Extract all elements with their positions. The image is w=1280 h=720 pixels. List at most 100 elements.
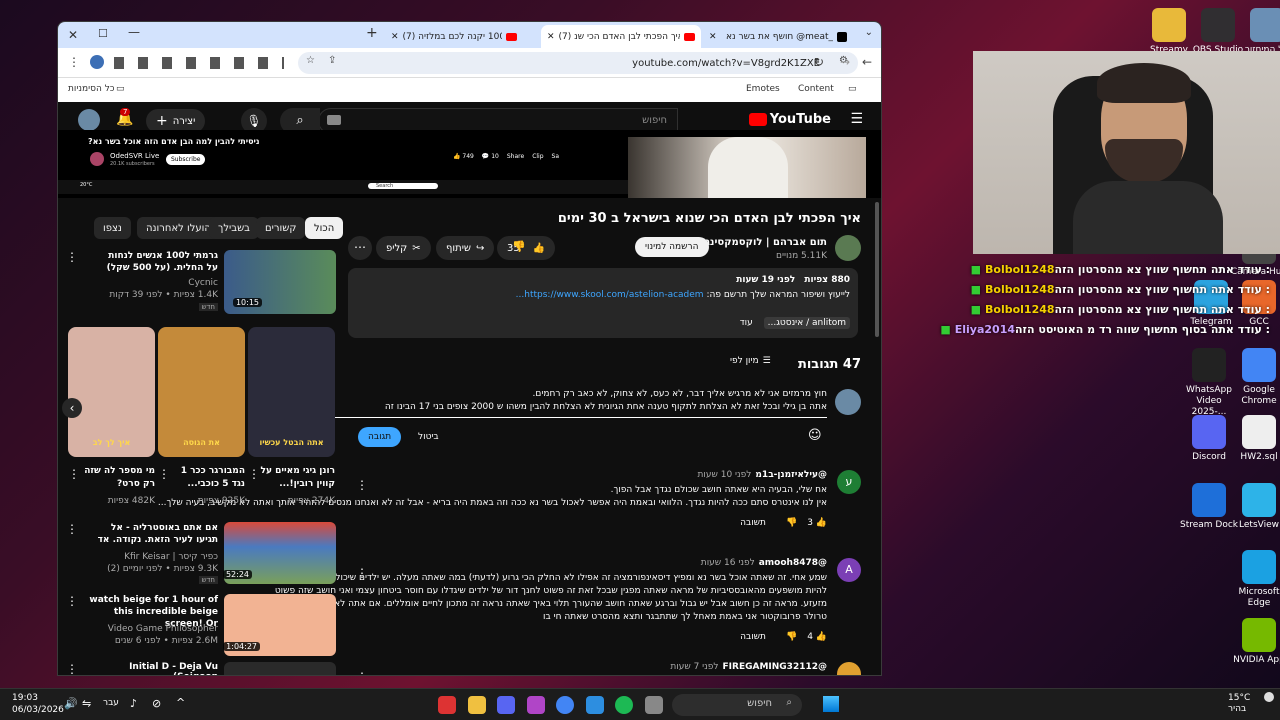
- comment-input[interactable]: חוץ מרמזים אני לא מרגיש אליך דבר, לא כעס…: [322, 388, 827, 418]
- desktop-icon[interactable]: HW2.sql: [1228, 415, 1280, 463]
- shorts-prev-icon[interactable]: ‹: [62, 398, 82, 418]
- short-card[interactable]: אתה הבטל עכשיו רונן גיגי מאיים על קווין ר…: [248, 327, 335, 517]
- forward-icon[interactable]: →: [840, 55, 850, 69]
- sound-mute-icon[interactable]: ♪: [130, 697, 137, 710]
- chrome-taskbar-icon[interactable]: [556, 696, 574, 714]
- more-options-icon[interactable]: ⋮: [66, 662, 78, 675]
- description-link[interactable]: https://www.skool.com/astelion-academ...: [516, 290, 704, 300]
- recommendation-4[interactable]: Initial D - Deja Vu (Seigoon ⋮: [66, 662, 336, 675]
- taskbar-app-icon[interactable]: [438, 696, 456, 714]
- tab-close-icon[interactable]: ✕: [547, 32, 555, 42]
- input-language[interactable]: עבר: [103, 698, 119, 708]
- tab-close-icon[interactable]: ✕: [709, 32, 717, 42]
- comment-like[interactable]: 👍 4: [807, 632, 827, 642]
- reply-button[interactable]: תשובה: [740, 518, 766, 528]
- recommendation-2[interactable]: 52:24 אם אתם באוסטרליה - אל תגיעו לעיר ה…: [66, 522, 336, 586]
- desktop-icon[interactable]: Microsoft Edge: [1228, 550, 1280, 609]
- comment-avatar[interactable]: [837, 662, 861, 675]
- more-actions-icon[interactable]: ⋯: [348, 236, 372, 260]
- reload-icon[interactable]: ↻: [814, 55, 824, 69]
- desktop-icon[interactable]: Google Chrome: [1228, 348, 1280, 407]
- page-scrollbar[interactable]: [875, 202, 879, 337]
- close-window-icon[interactable]: ✕: [68, 28, 78, 42]
- emoji-icon[interactable]: ☺: [808, 428, 822, 443]
- tab-search-icon[interactable]: ⌄: [865, 27, 873, 38]
- new-tab-icon[interactable]: +: [366, 25, 378, 41]
- all-bookmarks-link[interactable]: כל הסימניות: [68, 84, 115, 94]
- comment-author[interactable]: @FIREGAMING32112: [723, 662, 827, 672]
- channel-avatar[interactable]: [835, 235, 861, 261]
- maximize-icon[interactable]: ☐: [98, 27, 108, 40]
- cancel-comment-button[interactable]: ביטול: [418, 432, 439, 442]
- description-more-link[interactable]: עוד: [740, 318, 753, 328]
- spotify-icon[interactable]: [615, 696, 633, 714]
- menu-icon[interactable]: ⋮: [68, 55, 80, 69]
- comment-dislike-icon[interactable]: 👎: [786, 518, 797, 528]
- taskbar-app-icon[interactable]: [645, 696, 663, 714]
- volume-icon[interactable]: 🔊: [64, 697, 78, 710]
- account-avatar[interactable]: [78, 109, 100, 131]
- share-button[interactable]: שיתוף ↪: [436, 236, 495, 260]
- wifi-icon[interactable]: ⇋: [82, 697, 91, 710]
- bookmark-content[interactable]: Content: [798, 84, 834, 94]
- instagram-tag[interactable]: anlitom / אינסטג...: [763, 317, 850, 329]
- channel-name[interactable]: תום אברהם | לוקסמקסינג: [705, 237, 827, 248]
- weather-widget[interactable]: 15°C בהיר: [1228, 693, 1250, 715]
- more-options-icon[interactable]: ⋮: [66, 594, 78, 608]
- like-button[interactable]: 35 👍: [497, 236, 556, 260]
- embed-comments[interactable]: 💬 10: [482, 153, 499, 160]
- embed-like[interactable]: 👍 749: [453, 153, 474, 160]
- chip-related[interactable]: קשורים: [256, 217, 306, 239]
- recommendation-3[interactable]: 1:04:27 watch beige for 1 hour of this i…: [66, 594, 336, 656]
- desktop-icon[interactable]: NVIDIA App: [1228, 618, 1280, 666]
- more-options-icon[interactable]: ⋮: [158, 467, 170, 481]
- comment-avatar[interactable]: A: [837, 558, 861, 582]
- chip-watched[interactable]: נצפו: [94, 217, 131, 239]
- embed-subscribe-button[interactable]: Subscribe: [166, 154, 206, 165]
- grid-app-icon[interactable]: [586, 696, 604, 714]
- more-options-icon[interactable]: ⋮: [248, 467, 260, 481]
- weather-alert-icon[interactable]: [1264, 692, 1274, 702]
- dislike-icon[interactable]: 👎: [512, 240, 526, 253]
- clip-button[interactable]: קליפ ✂: [376, 236, 431, 260]
- chip-for-you[interactable]: בשבילך: [209, 217, 259, 239]
- tab-active-video[interactable]: ✕ (7) איך הפכתי לבן האדם הכי שנ: [541, 25, 701, 48]
- comment-author[interactable]: @עילאיזמנן-ב1מ: [755, 470, 827, 480]
- submit-comment-button[interactable]: תגובה: [358, 427, 402, 447]
- discord-taskbar-icon[interactable]: [497, 696, 515, 714]
- taskbar-search-box[interactable]: חיפוש ⌕: [672, 694, 802, 716]
- chip-all[interactable]: הכול: [305, 217, 344, 239]
- bookmark-star-icon[interactable]: ☆: [306, 55, 315, 66]
- desktop-icon[interactable]: LetsView: [1228, 483, 1280, 531]
- tray-expand-icon[interactable]: ^: [176, 696, 185, 709]
- tab-close-icon[interactable]: ✕: [391, 32, 399, 42]
- comment-like[interactable]: 👍 3: [807, 518, 827, 528]
- youtube-logo[interactable]: YouTube: [748, 112, 831, 127]
- back-icon[interactable]: ←: [862, 55, 872, 69]
- more-options-icon[interactable]: ⋮: [68, 467, 80, 481]
- clock[interactable]: 19:03 06/03/2026: [12, 692, 64, 716]
- rec-channel[interactable]: Video Game Philosopher: [108, 624, 218, 634]
- short-card[interactable]: איך לך לב מי מספר לה שזה רק סרט? 482K צפיו…: [68, 327, 155, 517]
- share-page-icon[interactable]: ⇪: [328, 55, 336, 66]
- extensions-icons[interactable]: [114, 57, 284, 69]
- short-card[interactable]: את הגוסה המבורגר ככר 1 נגד 5 כוכבי... 925K…: [158, 327, 245, 517]
- comment-more-icon[interactable]: ⋮: [356, 566, 368, 580]
- more-options-icon[interactable]: ⋮: [66, 522, 78, 536]
- comment-dislike-icon[interactable]: 👎: [786, 632, 797, 642]
- keyboard-icon[interactable]: [327, 115, 341, 125]
- more-options-icon[interactable]: ⋮: [66, 250, 78, 264]
- desktop-icon[interactable]: סל המיחזור: [1236, 8, 1280, 56]
- rec-channel[interactable]: כפיר קיסר | Kfir Keisar: [124, 552, 218, 562]
- bookmark-emotes[interactable]: Emotes: [746, 84, 780, 94]
- embed-share[interactable]: Share: [507, 153, 524, 160]
- comment-more-icon[interactable]: ⋮: [356, 478, 368, 492]
- sort-button[interactable]: מיון לפי ☰: [730, 356, 771, 366]
- tab-malaysia[interactable]: ✕ (7) מה 100₪ יקנה לכם במלזיה?: [385, 25, 523, 48]
- rec-channel[interactable]: Cycnic: [188, 278, 218, 288]
- description-box[interactable]: 880 צפיות לפני 19 שעות לייעוץ ושיפור המר…: [348, 268, 858, 338]
- comment-avatar[interactable]: ע: [837, 470, 861, 494]
- menu-icon[interactable]: ☰: [850, 111, 863, 127]
- recommendation-1[interactable]: 10:15 גרמתי ל100 אנשים לנחות על החלית. (…: [66, 250, 336, 318]
- embed-save[interactable]: Sa: [552, 153, 560, 160]
